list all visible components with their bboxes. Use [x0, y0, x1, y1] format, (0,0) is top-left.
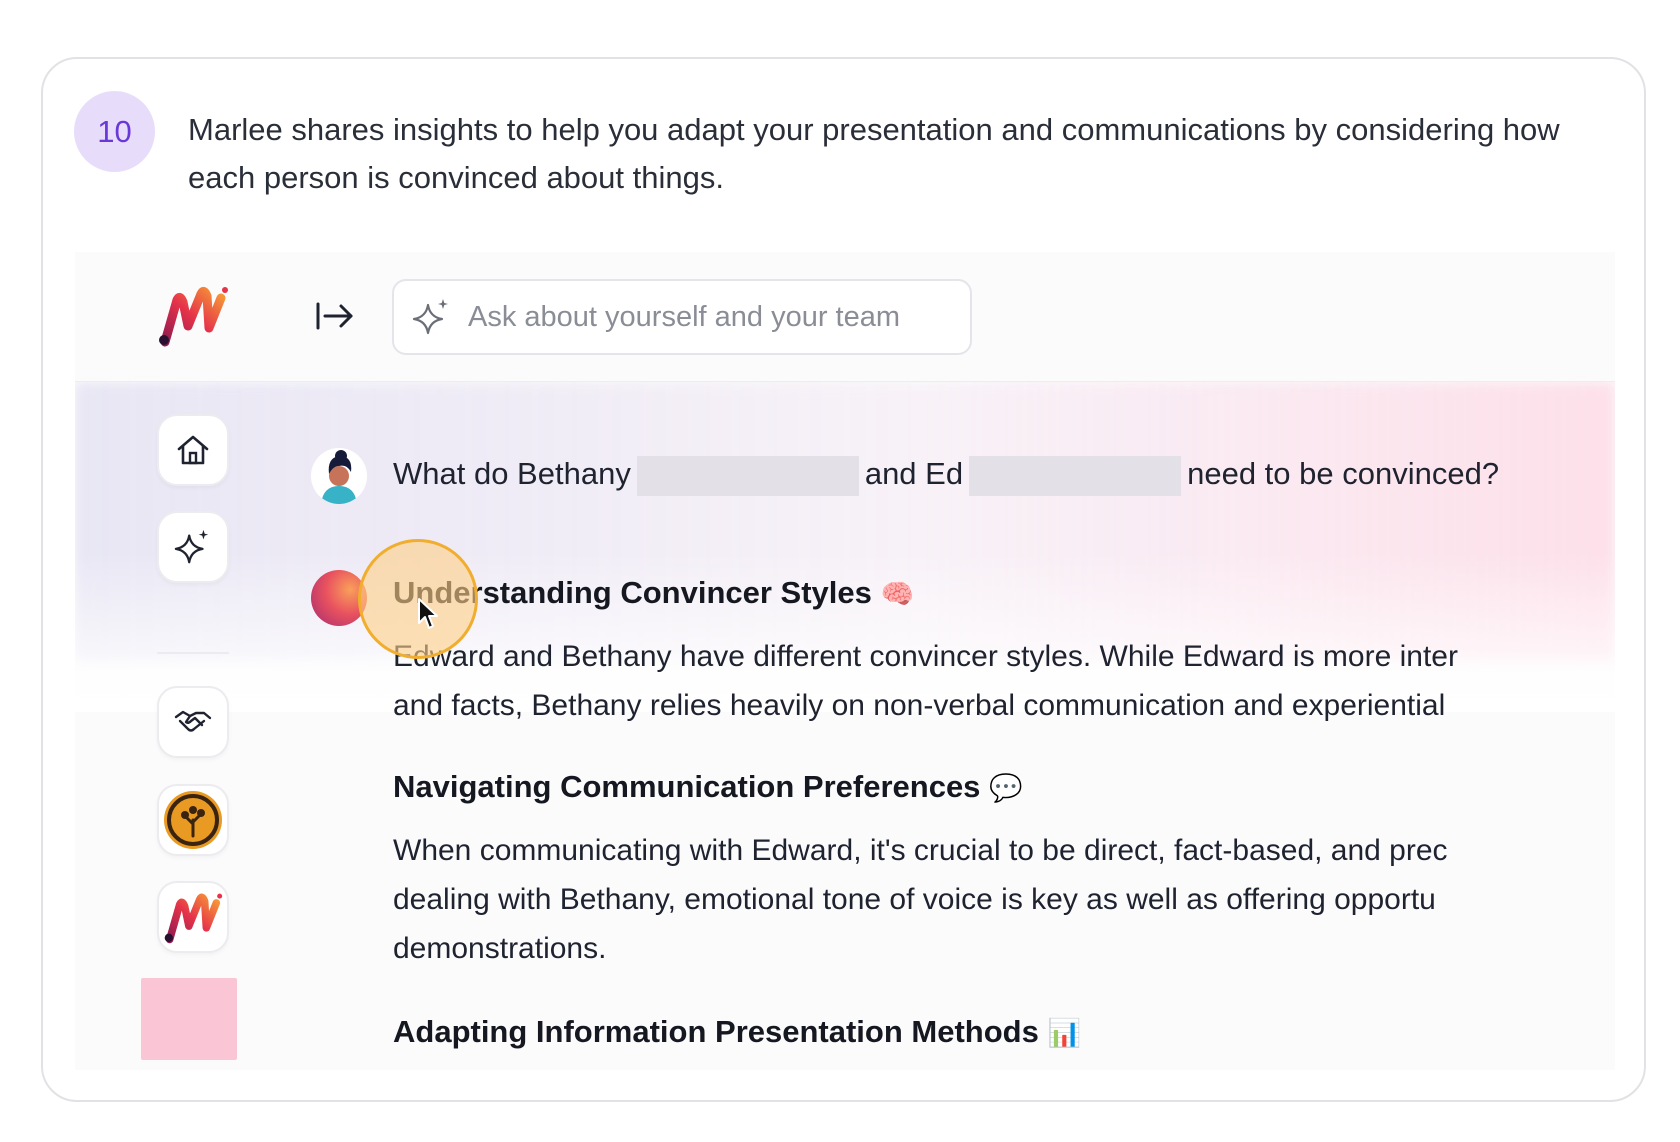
- sidebar-divider: [157, 652, 229, 654]
- response-heading: Understanding Convincer Styles 🧠: [393, 575, 915, 610]
- response-heading: Navigating Communication Preferences 💬: [393, 769, 1023, 804]
- ask-input[interactable]: Ask about yourself and your team: [392, 279, 972, 355]
- mouse-cursor-icon: [418, 598, 438, 629]
- growth-team-icon: [164, 791, 222, 849]
- user-question: What do Bethany and Ed need to be convince…: [393, 452, 1499, 496]
- step-number-badge: 10: [74, 91, 155, 172]
- expand-sidebar-icon[interactable]: [315, 299, 355, 333]
- sidebar-growth-team-button[interactable]: [157, 784, 229, 856]
- response-heading: Adapting Information Presentation Method…: [393, 1014, 1082, 1049]
- speech-bubble-icon: 💬: [989, 773, 1023, 804]
- redacted-name: [636, 455, 859, 496]
- marlee-logo-icon[interactable]: [157, 282, 229, 348]
- sidebar-ai-button[interactable]: [157, 511, 229, 583]
- sparkle-icon: [412, 299, 448, 335]
- handshake-icon: [174, 710, 212, 732]
- app-screenshot: Ask about yourself and your team What do…: [75, 252, 1615, 1070]
- sparkle-icon: [174, 529, 209, 564]
- sidebar-connections-button[interactable]: [157, 686, 229, 758]
- ai-response: Understanding Convincer Styles 🧠 Edward …: [393, 570, 1615, 1057]
- user-avatar: [311, 448, 367, 504]
- sidebar-marlee-button[interactable]: [157, 881, 229, 953]
- step-description: Marlee shares insights to help you adapt…: [188, 112, 1560, 195]
- redacted-block: [141, 978, 237, 1060]
- sidebar-home-button[interactable]: [157, 414, 229, 486]
- brain-icon: 🧠: [880, 579, 915, 610]
- redacted-name: [969, 455, 1182, 496]
- bar-chart-icon: 📊: [1047, 1018, 1082, 1049]
- home-icon: [177, 435, 209, 465]
- response-paragraph: Edward and Bethany have different convin…: [393, 640, 1458, 722]
- marlee-logo-icon: [164, 893, 223, 944]
- ask-input-placeholder: Ask about yourself and your team: [468, 300, 901, 333]
- response-paragraph: When communicating with Edward, it's cru…: [393, 834, 1448, 965]
- top-bar: Ask about yourself and your team: [75, 252, 1615, 382]
